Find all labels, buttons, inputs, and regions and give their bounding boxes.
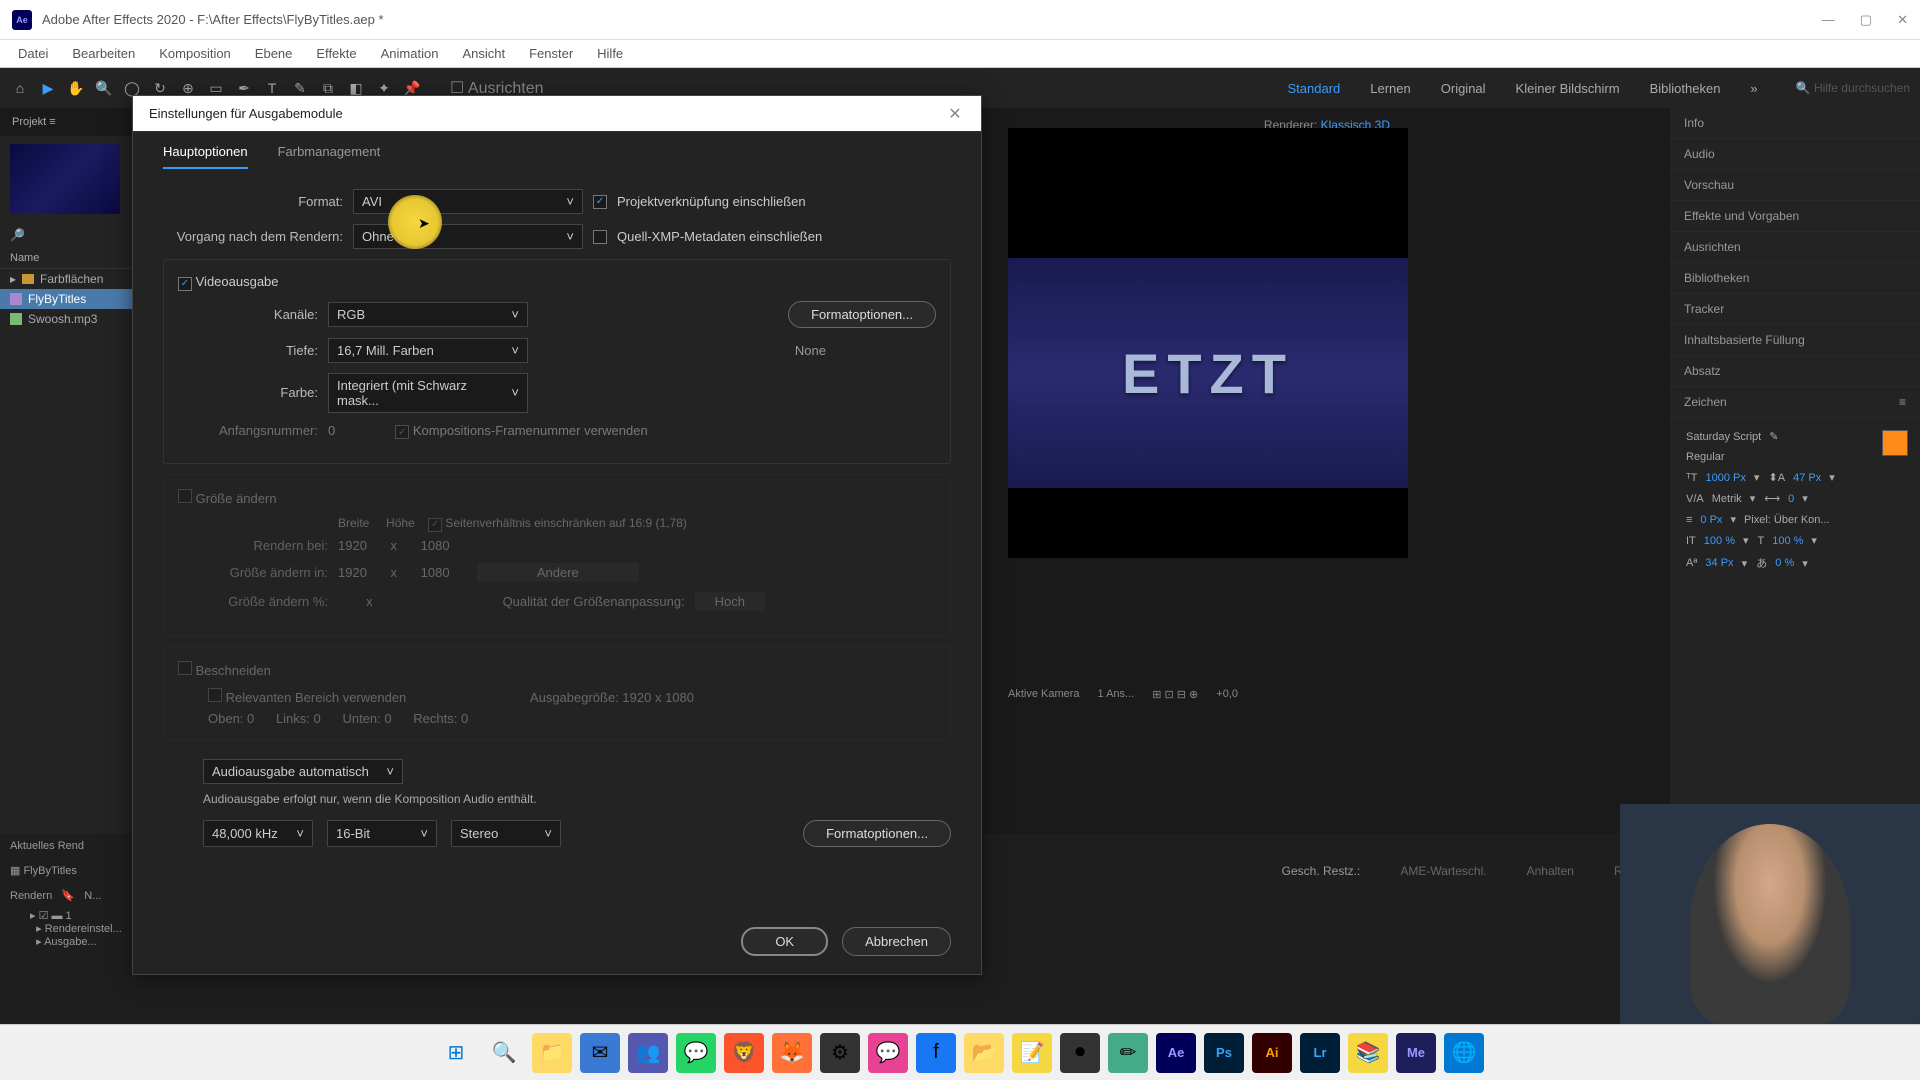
output-module-dialog: Einstellungen für Ausgabemodule ✕ Haupto… bbox=[0, 0, 1920, 1080]
audio-rate-select[interactable]: 48,000 kHz˅ bbox=[203, 820, 313, 847]
format-options-button[interactable]: Formatoptionen... bbox=[788, 301, 936, 328]
postrender-select[interactable]: Ohne˅ bbox=[353, 224, 583, 249]
audio-channels-select[interactable]: Stereo˅ bbox=[451, 820, 561, 847]
format-label: Format: bbox=[163, 194, 343, 209]
tab-main-options[interactable]: Hauptoptionen bbox=[163, 144, 248, 169]
tab-color-management[interactable]: Farbmanagement bbox=[278, 144, 381, 169]
crop-checkbox[interactable] bbox=[178, 661, 192, 675]
startnum-input: 0 bbox=[328, 423, 335, 438]
color-label: Farbe: bbox=[178, 385, 318, 400]
xmp-checkbox[interactable] bbox=[593, 230, 607, 244]
channels-select[interactable]: RGB˅ bbox=[328, 302, 528, 327]
cancel-button[interactable]: Abbrechen bbox=[842, 927, 951, 956]
audio-note: Audioausgabe erfolgt nur, wenn die Kompo… bbox=[203, 792, 951, 806]
xmp-label: Quell-XMP-Metadaten einschließen bbox=[617, 229, 822, 244]
channels-label: Kanäle: bbox=[178, 307, 318, 322]
resize-checkbox[interactable] bbox=[178, 489, 192, 503]
ok-button[interactable]: OK bbox=[741, 927, 828, 956]
color-select[interactable]: Integriert (mit Schwarz mask...˅ bbox=[328, 373, 528, 413]
video-output-checkbox[interactable] bbox=[178, 277, 192, 291]
projectlink-label: Projektverknüpfung einschließen bbox=[617, 194, 806, 209]
compframe-checkbox bbox=[395, 425, 409, 439]
depth-label: Tiefe: bbox=[178, 343, 318, 358]
chevron-down-icon: ˅ bbox=[566, 194, 574, 209]
startnum-label: Anfangsnummer: bbox=[178, 423, 318, 438]
postrender-label: Vorgang nach dem Rendern: bbox=[163, 229, 343, 244]
dialog-title: Einstellungen für Ausgabemodule bbox=[149, 106, 343, 121]
cursor-icon: ➤ bbox=[418, 215, 430, 232]
projectlink-checkbox[interactable] bbox=[593, 195, 607, 209]
audio-mode-select[interactable]: Audioausgabe automatisch˅ bbox=[203, 759, 403, 784]
codec-none-label: None bbox=[795, 343, 826, 358]
depth-select[interactable]: 16,7 Mill. Farben˅ bbox=[328, 338, 528, 363]
audio-format-options-button[interactable]: Formatoptionen... bbox=[803, 820, 951, 847]
dialog-close-icon[interactable]: ✕ bbox=[945, 104, 965, 124]
format-select[interactable]: AVI˅ bbox=[353, 189, 583, 214]
audio-bits-select[interactable]: 16-Bit˅ bbox=[327, 820, 437, 847]
